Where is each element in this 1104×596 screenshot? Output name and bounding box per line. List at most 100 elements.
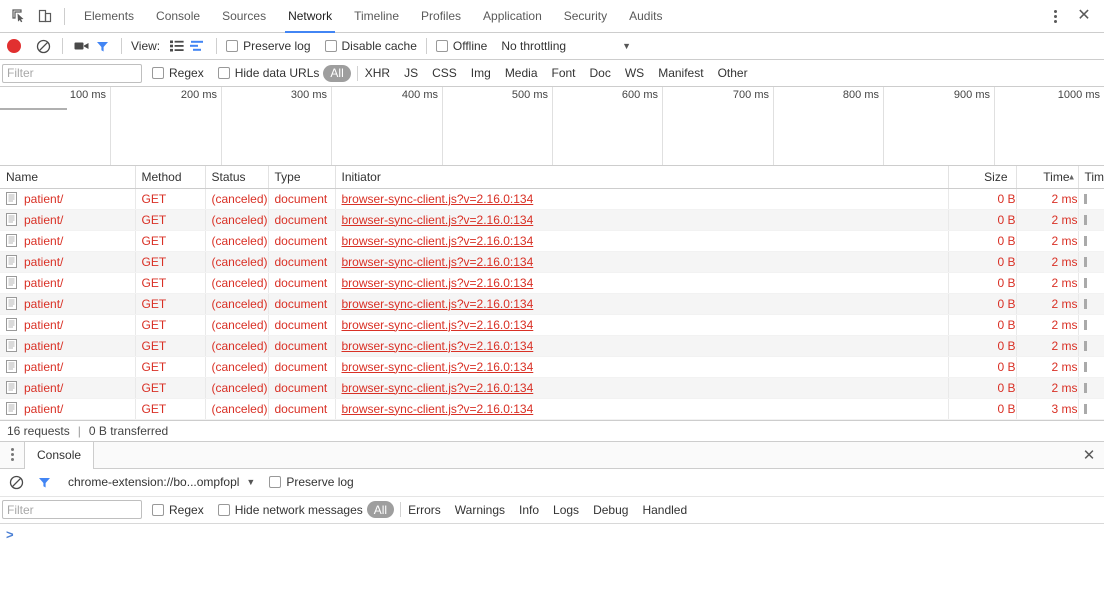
- cell-waterfall[interactable]: [1078, 335, 1104, 357]
- cell-initiator[interactable]: browser-sync-client.js?v=2.16.0:134: [335, 293, 949, 315]
- clear-button[interactable]: [33, 36, 53, 56]
- table-row[interactable]: patient/GET (canceled) document browser-syn…: [0, 356, 1104, 378]
- tab-console[interactable]: Console: [145, 0, 211, 33]
- column-header-method[interactable]: Method: [135, 166, 206, 189]
- hide-network-messages-checkbox[interactable]: Hide network messages: [217, 503, 363, 517]
- network-overview-timeline[interactable]: 100 ms 200 ms 300 ms 400 ms 500 ms 600 ms 700 …: [0, 87, 1104, 166]
- close-icon[interactable]: ✕: [1072, 4, 1096, 28]
- network-filter-input[interactable]: [2, 63, 142, 83]
- console-prompt-row[interactable]: >: [0, 524, 1104, 541]
- cell-waterfall[interactable]: [1078, 251, 1104, 273]
- console-output-area[interactable]: >: [0, 523, 1104, 596]
- offline-checkbox[interactable]: Offline: [435, 39, 487, 53]
- waterfall-view-icon[interactable]: [187, 36, 207, 56]
- initiator-link[interactable]: browser-sync-client.js?v=2.16.0:134: [342, 381, 534, 395]
- record-button[interactable]: [7, 39, 21, 53]
- filter-type-all[interactable]: All: [323, 64, 351, 82]
- table-row[interactable]: patient/GET (canceled) document browser-syn…: [0, 398, 1104, 420]
- cell-name[interactable]: patient/: [0, 230, 136, 252]
- initiator-link[interactable]: browser-sync-client.js?v=2.16.0:134: [342, 276, 534, 290]
- column-header-time[interactable]: Time ▲: [1016, 166, 1079, 189]
- filter-type-css[interactable]: CSS: [425, 66, 464, 80]
- more-options-icon[interactable]: [1044, 4, 1066, 28]
- initiator-link[interactable]: browser-sync-client.js?v=2.16.0:134: [342, 255, 534, 269]
- initiator-link[interactable]: browser-sync-client.js?v=2.16.0:134: [342, 213, 534, 227]
- device-toolbar-icon[interactable]: [32, 3, 58, 29]
- console-level-handled[interactable]: Handled: [635, 503, 694, 517]
- console-level-debug[interactable]: Debug: [586, 503, 635, 517]
- initiator-link[interactable]: browser-sync-client.js?v=2.16.0:134: [342, 234, 534, 248]
- initiator-link[interactable]: browser-sync-client.js?v=2.16.0:134: [342, 297, 534, 311]
- drawer-more-options-icon[interactable]: [0, 442, 24, 468]
- console-level-errors[interactable]: Errors: [401, 503, 448, 517]
- cell-name[interactable]: patient/: [0, 314, 136, 336]
- initiator-link[interactable]: browser-sync-client.js?v=2.16.0:134: [342, 318, 534, 332]
- initiator-link[interactable]: browser-sync-client.js?v=2.16.0:134: [342, 339, 534, 353]
- tab-elements[interactable]: Elements: [73, 0, 145, 33]
- column-header-initiator[interactable]: Initiator: [335, 166, 949, 189]
- cell-initiator[interactable]: browser-sync-client.js?v=2.16.0:134: [335, 398, 949, 420]
- cell-name[interactable]: patient/: [0, 356, 136, 378]
- tab-network[interactable]: Network: [277, 0, 343, 33]
- inspect-element-icon[interactable]: [6, 3, 32, 29]
- cell-name[interactable]: patient/: [0, 272, 136, 294]
- cell-initiator[interactable]: browser-sync-client.js?v=2.16.0:134: [335, 356, 949, 378]
- table-row[interactable]: patient/GET (canceled) document browser-syn…: [0, 188, 1104, 210]
- console-level-info[interactable]: Info: [512, 503, 546, 517]
- cell-waterfall[interactable]: [1078, 230, 1104, 252]
- cell-name[interactable]: patient/: [0, 377, 136, 399]
- filter-type-img[interactable]: Img: [464, 66, 498, 80]
- filter-type-doc[interactable]: Doc: [583, 66, 618, 80]
- initiator-link[interactable]: browser-sync-client.js?v=2.16.0:134: [342, 360, 534, 374]
- cell-waterfall[interactable]: [1078, 272, 1104, 294]
- cell-waterfall[interactable]: [1078, 314, 1104, 336]
- console-level-warnings[interactable]: Warnings: [448, 503, 512, 517]
- console-filter-icon[interactable]: [34, 472, 54, 492]
- preserve-log-checkbox[interactable]: Preserve log: [226, 39, 311, 53]
- cell-initiator[interactable]: browser-sync-client.js?v=2.16.0:134: [335, 377, 949, 399]
- table-row[interactable]: patient/GET (canceled) document browser-syn…: [0, 314, 1104, 336]
- filter-type-ws[interactable]: WS: [618, 66, 651, 80]
- throttling-select[interactable]: No throttling ▼: [501, 39, 631, 53]
- drawer-tab-console[interactable]: Console: [24, 441, 95, 469]
- cell-name[interactable]: patient/: [0, 188, 136, 210]
- filter-type-manifest[interactable]: Manifest: [651, 66, 710, 80]
- table-row[interactable]: patient/GET (canceled) document browser-syn…: [0, 209, 1104, 231]
- cell-name[interactable]: patient/: [0, 335, 136, 357]
- drawer-close-icon[interactable]: ✕: [1074, 442, 1104, 468]
- cell-initiator[interactable]: browser-sync-client.js?v=2.16.0:134: [335, 335, 949, 357]
- cell-name[interactable]: patient/: [0, 293, 136, 315]
- column-header-name[interactable]: Name: [0, 166, 136, 189]
- filter-type-xhr[interactable]: XHR: [358, 66, 397, 80]
- cell-waterfall[interactable]: [1078, 377, 1104, 399]
- hide-data-urls-checkbox[interactable]: Hide data URLs: [217, 66, 319, 80]
- cell-name[interactable]: patient/: [0, 209, 136, 231]
- cell-initiator[interactable]: browser-sync-client.js?v=2.16.0:134: [335, 188, 949, 210]
- execution-context-select[interactable]: chrome-extension://bo...ompfopl ▼: [68, 475, 255, 489]
- console-regex-checkbox[interactable]: Regex: [152, 503, 204, 517]
- cell-initiator[interactable]: browser-sync-client.js?v=2.16.0:134: [335, 230, 949, 252]
- disable-cache-checkbox[interactable]: Disable cache: [324, 39, 417, 53]
- console-level-logs[interactable]: Logs: [546, 503, 586, 517]
- table-row[interactable]: patient/GET (canceled) document browser-syn…: [0, 272, 1104, 294]
- column-header-timeline[interactable]: Timeline: [1078, 166, 1104, 189]
- cell-waterfall[interactable]: [1078, 209, 1104, 231]
- console-preserve-log-checkbox[interactable]: Preserve log: [269, 475, 354, 489]
- cell-initiator[interactable]: browser-sync-client.js?v=2.16.0:134: [335, 272, 949, 294]
- console-filter-input[interactable]: [2, 500, 142, 519]
- cell-name[interactable]: patient/: [0, 398, 136, 420]
- cell-initiator[interactable]: browser-sync-client.js?v=2.16.0:134: [335, 209, 949, 231]
- cell-name[interactable]: patient/: [0, 251, 136, 273]
- cell-waterfall[interactable]: [1078, 356, 1104, 378]
- cell-waterfall[interactable]: [1078, 188, 1104, 210]
- column-header-type[interactable]: Type: [268, 166, 336, 189]
- filter-type-js[interactable]: JS: [397, 66, 425, 80]
- cell-initiator[interactable]: browser-sync-client.js?v=2.16.0:134: [335, 251, 949, 273]
- cell-waterfall[interactable]: [1078, 293, 1104, 315]
- filter-icon[interactable]: [92, 36, 112, 56]
- tab-sources[interactable]: Sources: [211, 0, 277, 33]
- column-header-size[interactable]: Size: [948, 166, 1017, 189]
- table-row[interactable]: patient/GET (canceled) document browser-syn…: [0, 377, 1104, 399]
- table-row[interactable]: patient/GET (canceled) document browser-syn…: [0, 251, 1104, 273]
- table-row[interactable]: patient/GET (canceled) document browser-syn…: [0, 293, 1104, 315]
